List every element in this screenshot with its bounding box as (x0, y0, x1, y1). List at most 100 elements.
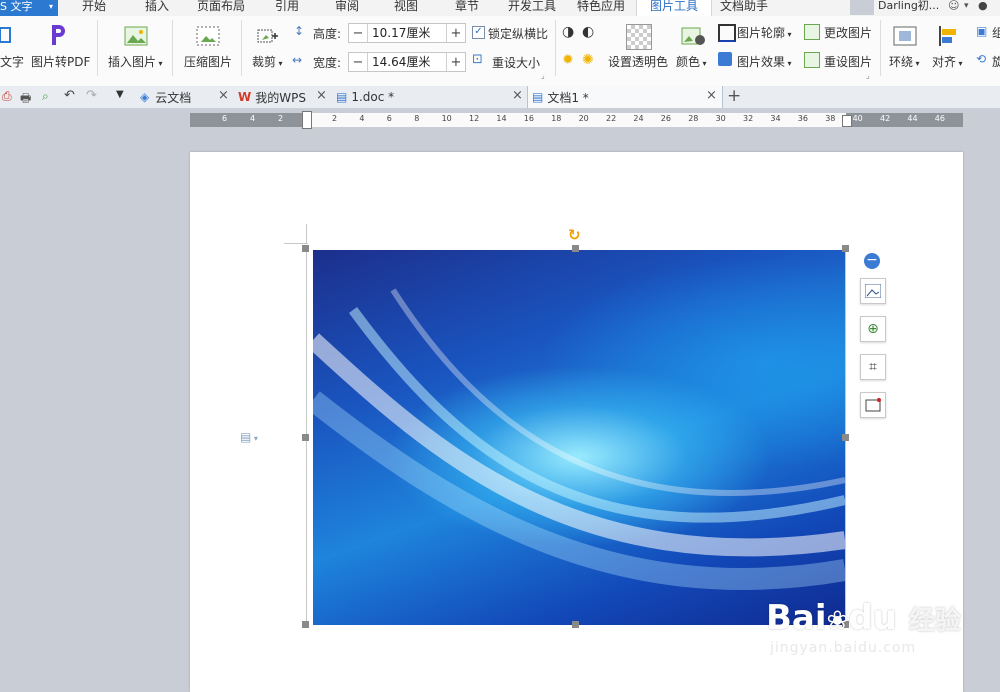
print-preview-icon[interactable]: ⌕ (42, 89, 49, 104)
width-input[interactable]: 14.64厘米 (367, 53, 447, 71)
set-transparent-label[interactable]: 设置透明色 (608, 53, 668, 70)
tab-special[interactable]: 特色应用 (577, 0, 625, 16)
change-picture-icon[interactable] (804, 24, 820, 40)
dialog-launcher-icon[interactable]: ⌟ (541, 71, 545, 80)
align-icon[interactable] (937, 25, 959, 47)
tab-page-layout[interactable]: 页面布局 (197, 0, 245, 16)
picture-outline-button[interactable]: 图片轮廓 ▾ (737, 24, 792, 41)
redo-icon[interactable]: ↷ (86, 88, 97, 103)
change-picture-label[interactable]: 更改图片 (824, 24, 872, 41)
layout-options-icon[interactable]: ▤ ▾ (240, 430, 258, 444)
lock-ratio-label[interactable]: 锁定纵横比 (488, 25, 548, 42)
height-stepper[interactable]: − 10.17厘米 + (348, 23, 466, 43)
right-indent-marker[interactable] (842, 115, 852, 127)
tab-developer[interactable]: 开发工具 (508, 0, 556, 16)
to-text-button[interactable] (0, 24, 24, 46)
wrap-layout-button[interactable] (860, 278, 886, 304)
insert-picture-icon[interactable] (123, 24, 149, 48)
picture-effect-button[interactable]: 图片效果 ▾ (737, 53, 792, 70)
horizontal-ruler[interactable]: 642 2 4 6 8 10 12 14 16 18 20 22 24 26 28 30 32 34 36 38 40… (190, 111, 963, 129)
resize-handle-bottom-left[interactable] (302, 621, 309, 628)
wrap-button[interactable]: 环绕 ▾ (889, 53, 920, 70)
to-text-label[interactable]: 文字 (0, 53, 24, 70)
reset-picture-label[interactable]: 重设图片 (824, 53, 872, 70)
avatar[interactable] (850, 0, 874, 15)
resize-handle-bottom[interactable] (572, 621, 579, 628)
contrast-decrease-icon[interactable]: ◐ (582, 24, 594, 40)
app-menu-button[interactable]: S 文字 ▾ (0, 0, 58, 16)
crop-button[interactable]: 裁剪 ▾ (252, 53, 283, 70)
tab-references[interactable]: 引用 (275, 0, 299, 16)
width-stepper[interactable]: − 14.64厘米 + (348, 52, 466, 72)
close-icon[interactable]: × (706, 88, 717, 103)
resize-handle-right[interactable] (842, 434, 849, 441)
new-doc-icon[interactable]: ⎙ (2, 89, 12, 104)
smiley-icon[interactable]: ☺ (948, 0, 959, 12)
tab-view[interactable]: 视图 (394, 0, 418, 16)
tab-document-1[interactable]: ▤ 文档1 * × (527, 86, 723, 108)
chevron-down-icon[interactable]: ▾ (964, 0, 969, 12)
contrast-increase-icon[interactable]: ◑ (562, 24, 574, 40)
color-button[interactable]: 颜色 ▾ (676, 53, 707, 70)
brightness-decrease-icon[interactable]: ✺ (582, 52, 594, 68)
insert-picture-button[interactable]: 插入图片 ▾ (108, 53, 163, 70)
decrease-width-button[interactable]: − (349, 55, 367, 70)
wrap-icon[interactable] (893, 25, 917, 47)
resize-handle-top-left[interactable] (302, 245, 309, 252)
tab-1-doc[interactable]: ▤ 1.doc * × (332, 86, 526, 108)
print-icon[interactable]: 🖶 (20, 89, 31, 110)
align-button[interactable]: 对齐 ▾ (932, 53, 963, 70)
tab-insert[interactable]: 插入 (145, 0, 169, 16)
tab-start[interactable]: 开始 (82, 0, 106, 16)
close-icon[interactable]: × (316, 88, 327, 103)
close-icon[interactable]: × (512, 88, 523, 103)
crop-quick-button[interactable]: ⌗ (860, 354, 886, 380)
quick-access-dropdown-icon[interactable]: ▼ (116, 89, 124, 100)
rotate-handle-icon[interactable]: ↻ (568, 226, 581, 244)
user-name[interactable]: Darling初... (878, 0, 939, 12)
resize-handle-top[interactable] (572, 245, 579, 252)
tab-review[interactable]: 审阅 (335, 0, 359, 16)
resize-icon[interactable]: ⊡ (472, 52, 483, 67)
group-icon[interactable]: ▣ (976, 24, 987, 38)
transparent-color-icon[interactable] (626, 24, 652, 50)
close-icon[interactable]: × (218, 88, 229, 103)
collapse-toolbar-icon[interactable]: − (864, 253, 880, 269)
rotate-label[interactable]: 旋 (992, 53, 1000, 70)
brightness-increase-icon[interactable]: ✹ (562, 52, 574, 68)
left-indent-marker[interactable] (302, 111, 312, 129)
lock-ratio-checkbox[interactable]: ✓ (472, 26, 485, 39)
picture-effect-icon[interactable] (718, 52, 732, 66)
reset-picture-icon[interactable] (804, 52, 820, 68)
picture-outline-icon[interactable] (718, 24, 736, 42)
crop-icon[interactable] (256, 24, 280, 48)
pdf-icon[interactable] (46, 22, 70, 48)
dialog-launcher-icon[interactable]: ⌟ (866, 71, 870, 80)
undo-icon[interactable]: ↶ (64, 88, 75, 103)
tab-picture-tools[interactable]: 图片工具 (636, 0, 712, 16)
height-input[interactable]: 10.17厘米 (367, 24, 447, 42)
pic-to-pdf-label[interactable]: 图片转PDF (31, 53, 90, 70)
resize-label[interactable]: 重设大小 (492, 54, 540, 71)
settings-icon[interactable]: ● (978, 0, 988, 12)
picture-border-button[interactable] (860, 392, 886, 418)
new-tab-button[interactable]: + (727, 86, 741, 106)
compress-picture-label[interactable]: 压缩图片 (184, 53, 232, 70)
increase-height-button[interactable]: + (447, 26, 465, 41)
tab-chapter[interactable]: 章节 (455, 0, 479, 16)
tab-my-wps[interactable]: W 我的WPS × (234, 86, 328, 108)
zoom-preview-button[interactable]: ⊕ (860, 316, 886, 342)
user-area[interactable]: Darling初... ☺ ▾ ● (850, 0, 1000, 16)
tab-cloud-docs[interactable]: ◈ 云文档 × (136, 86, 230, 108)
resize-handle-left[interactable] (302, 434, 309, 441)
decrease-height-button[interactable]: − (349, 26, 367, 41)
group-label[interactable]: 组 (992, 24, 1000, 41)
picture-color-icon[interactable] (680, 24, 706, 48)
resize-handle-top-right[interactable] (842, 245, 849, 252)
rotate-icon[interactable]: ⟲ (976, 52, 986, 66)
tab-doc-assistant[interactable]: 文档助手 (720, 0, 768, 16)
compress-picture-icon[interactable] (195, 24, 221, 48)
increase-width-button[interactable]: + (447, 55, 465, 70)
watermark-logo: Bai❀du 经验 (766, 598, 961, 638)
selected-picture[interactable] (313, 250, 845, 625)
